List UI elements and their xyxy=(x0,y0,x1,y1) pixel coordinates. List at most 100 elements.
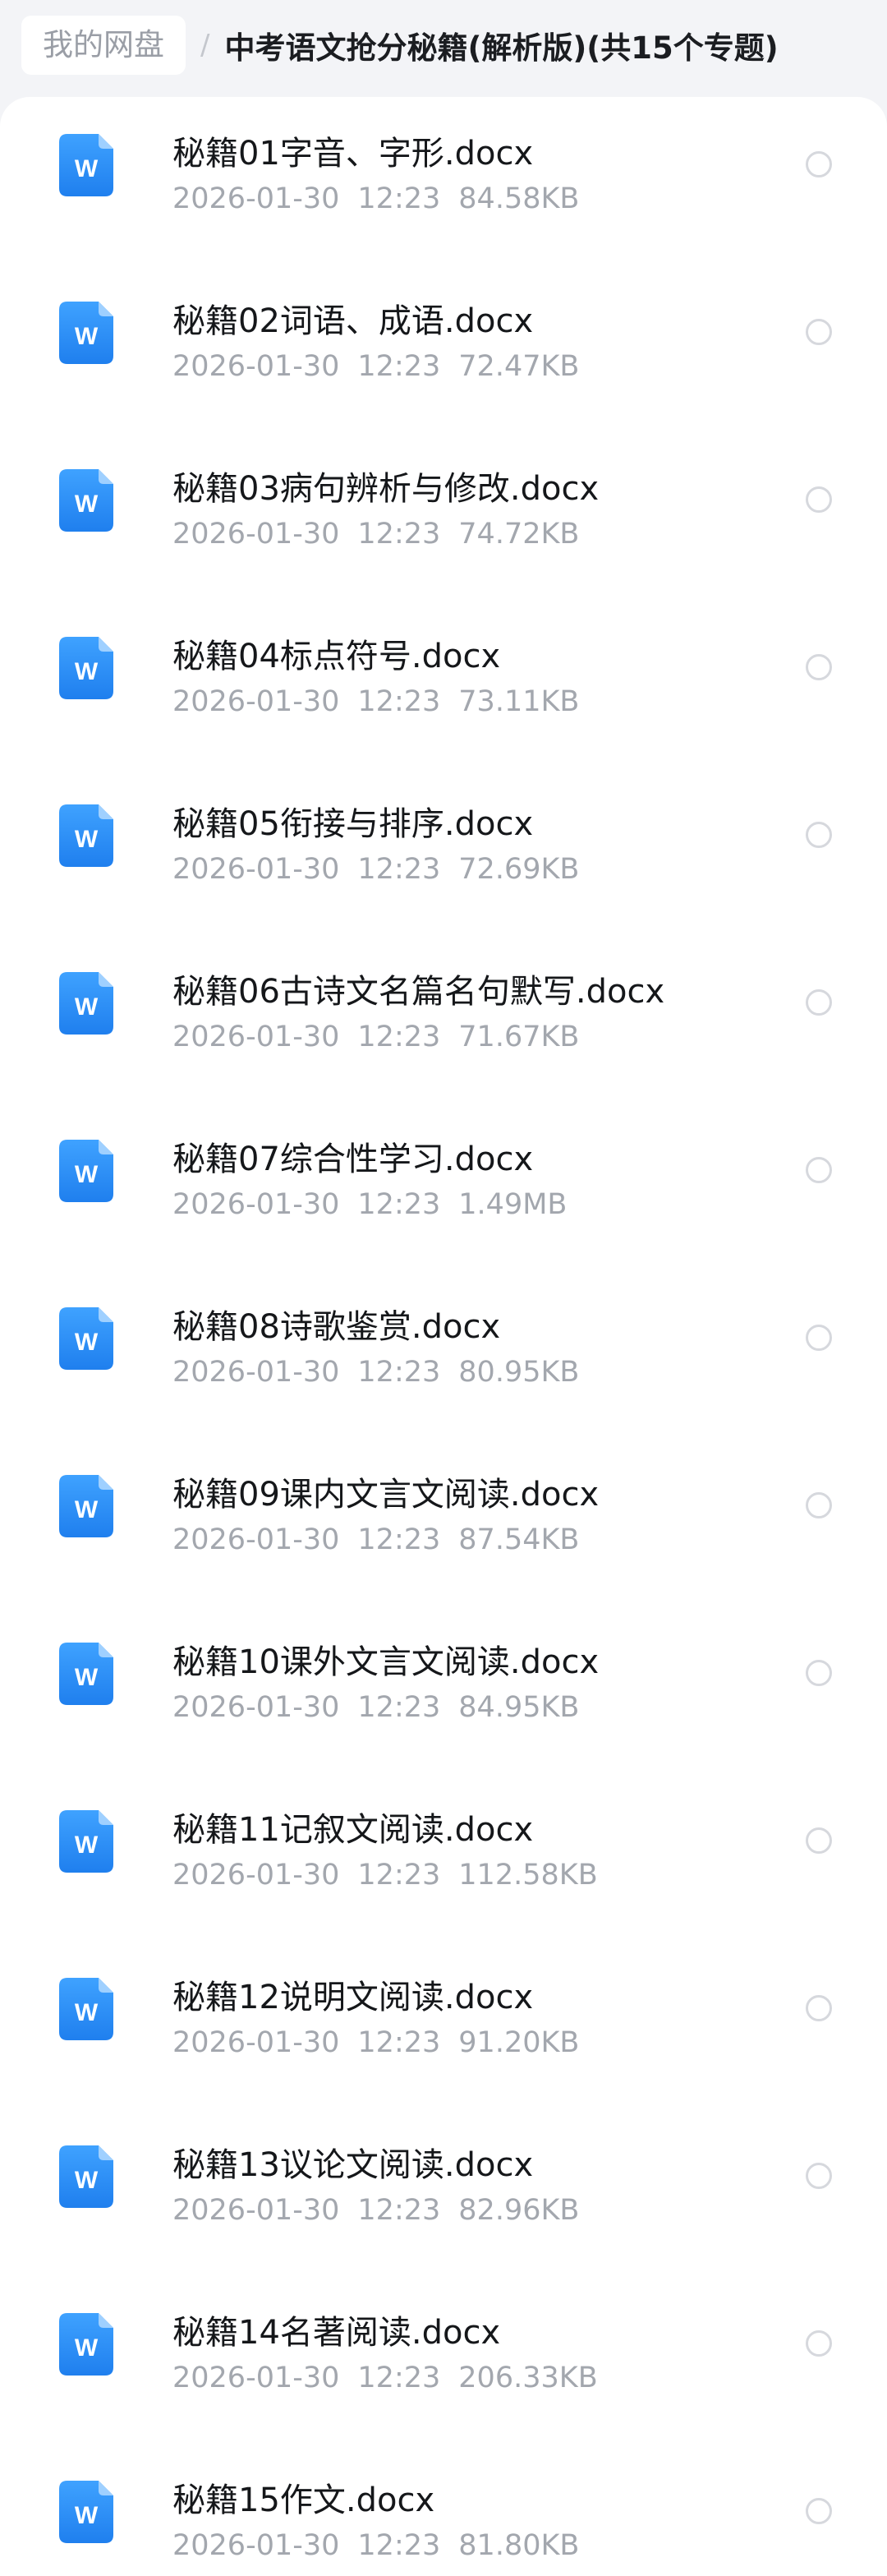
file-name: 秘籍13议论文阅读.docx xyxy=(172,2146,534,2184)
file-row[interactable]: W 秘籍13议论文阅读.docx 2026-01-30 12:23 82.96KB xyxy=(0,2108,887,2276)
word-doc-icon: W xyxy=(59,469,113,532)
file-row[interactable]: W 秘籍10课外文言文阅读.docx 2026-01-30 12:23 84.95K… xyxy=(0,1606,887,1773)
file-row[interactable]: W 秘籍06古诗文名篇名句默写.docx 2026-01-30 12:23 71.6… xyxy=(0,935,887,1103)
svg-text:W: W xyxy=(75,1496,99,1523)
word-doc-icon: W xyxy=(59,1643,113,1705)
word-doc-icon: W xyxy=(59,1475,113,1537)
file-meta: 2026-01-30 12:23 81.80KB xyxy=(172,2529,597,2562)
select-radio-button[interactable] xyxy=(806,822,832,848)
svg-text:W: W xyxy=(75,1999,99,2026)
word-doc-icon: W xyxy=(59,2481,113,2543)
select-radio-button[interactable] xyxy=(806,2163,832,2189)
file-date: 2026-01-30 xyxy=(172,182,340,215)
file-meta: 2026-01-30 12:23 84.95KB xyxy=(172,1691,597,1724)
file-name: 秘籍03病句辨析与修改.docx xyxy=(172,470,600,508)
svg-text:W: W xyxy=(75,658,99,685)
file-meta: 2026-01-30 12:23 72.69KB xyxy=(172,853,597,886)
file-size: 1.49MB xyxy=(458,1188,568,1221)
file-size: 206.33KB xyxy=(458,2362,598,2394)
file-size: 87.54KB xyxy=(458,1523,580,1556)
file-row[interactable]: W 秘籍03病句辨析与修改.docx 2026-01-30 12:23 74.72K… xyxy=(0,432,887,600)
file-meta: 2026-01-30 12:23 91.20KB xyxy=(172,2026,597,2059)
svg-text:W: W xyxy=(75,2334,99,2362)
file-time: 12:23 xyxy=(357,2194,441,2227)
file-meta: 2026-01-30 12:23 71.67KB xyxy=(172,1021,597,1053)
select-radio-button[interactable] xyxy=(806,989,832,1016)
select-radio-button[interactable] xyxy=(806,1660,832,1686)
word-doc-icon: W xyxy=(59,2145,113,2208)
file-time: 12:23 xyxy=(357,1021,441,1053)
file-row[interactable]: W 秘籍12说明文阅读.docx 2026-01-30 12:23 91.20KB xyxy=(0,1941,887,2108)
file-time: 12:23 xyxy=(357,853,441,886)
file-date: 2026-01-30 xyxy=(172,1356,340,1389)
file-meta: 2026-01-30 12:23 73.11KB xyxy=(172,685,597,718)
file-meta: 2026-01-30 12:23 206.33KB xyxy=(172,2362,616,2394)
file-size: 80.95KB xyxy=(458,1356,580,1389)
file-name: 秘籍12说明文阅读.docx xyxy=(172,1979,534,2016)
word-doc-icon: W xyxy=(59,1978,113,2040)
file-date: 2026-01-30 xyxy=(172,853,340,886)
file-date: 2026-01-30 xyxy=(172,685,340,718)
file-time: 12:23 xyxy=(357,2529,441,2562)
svg-text:W: W xyxy=(75,1832,99,1859)
select-radio-button[interactable] xyxy=(806,151,832,177)
select-radio-button[interactable] xyxy=(806,1157,832,1183)
file-row[interactable]: W 秘籍15作文.docx 2026-01-30 12:23 81.80KB xyxy=(0,2444,887,2576)
file-row[interactable]: W 秘籍01字音、字形.docx 2026-01-30 12:23 84.58KB xyxy=(0,97,887,265)
file-name: 秘籍11记叙文阅读.docx xyxy=(172,1811,534,1849)
file-meta: 2026-01-30 12:23 112.58KB xyxy=(172,1859,616,1892)
file-row[interactable]: W 秘籍05衔接与排序.docx 2026-01-30 12:23 72.69KB xyxy=(0,767,887,935)
breadcrumb-separator: / xyxy=(200,29,210,62)
file-name: 秘籍14名著阅读.docx xyxy=(172,2314,501,2352)
file-size: 72.69KB xyxy=(458,853,580,886)
file-browser-page: 我的网盘 / 中考语文抢分秘籍(解析版)(共15个专题) W 秘籍01字音、字形… xyxy=(0,0,887,2576)
word-doc-icon: W xyxy=(59,1307,113,1370)
svg-text:W: W xyxy=(75,1664,99,1691)
word-doc-icon: W xyxy=(59,972,113,1035)
file-date: 2026-01-30 xyxy=(172,1691,340,1724)
file-row[interactable]: W 秘籍08诗歌鉴赏.docx 2026-01-30 12:23 80.95KB xyxy=(0,1270,887,1438)
file-meta: 2026-01-30 12:23 80.95KB xyxy=(172,1356,597,1389)
select-radio-button[interactable] xyxy=(806,1827,832,1854)
select-radio-button[interactable] xyxy=(806,486,832,513)
file-size: 81.80KB xyxy=(458,2529,580,2562)
file-meta: 2026-01-30 12:23 82.96KB xyxy=(172,2194,597,2227)
select-radio-button[interactable] xyxy=(806,319,832,345)
svg-text:W: W xyxy=(75,1329,99,1356)
file-name: 秘籍08诗歌鉴赏.docx xyxy=(172,1308,501,1346)
file-size: 74.72KB xyxy=(458,518,580,551)
word-doc-icon: W xyxy=(59,1140,113,1202)
file-meta: 2026-01-30 12:23 87.54KB xyxy=(172,1523,597,1556)
svg-text:W: W xyxy=(75,155,99,182)
file-row[interactable]: W 秘籍07综合性学习.docx 2026-01-30 12:23 1.49MB xyxy=(0,1103,887,1270)
select-radio-button[interactable] xyxy=(806,1995,832,2021)
file-time: 12:23 xyxy=(357,685,441,718)
file-name: 秘籍09课内文言文阅读.docx xyxy=(172,1476,600,1514)
file-time: 12:23 xyxy=(357,1356,441,1389)
file-row[interactable]: W 秘籍09课内文言文阅读.docx 2026-01-30 12:23 87.54K… xyxy=(0,1438,887,1606)
file-row[interactable]: W 秘籍02词语、成语.docx 2026-01-30 12:23 72.47KB xyxy=(0,265,887,432)
word-doc-icon: W xyxy=(59,134,113,196)
file-row[interactable]: W 秘籍14名著阅读.docx 2026-01-30 12:23 206.33KB xyxy=(0,2276,887,2444)
select-radio-button[interactable] xyxy=(806,2330,832,2357)
file-name: 秘籍01字音、字形.docx xyxy=(172,135,534,173)
file-size: 112.58KB xyxy=(458,1859,598,1892)
select-radio-button[interactable] xyxy=(806,2498,832,2524)
select-radio-button[interactable] xyxy=(806,654,832,680)
file-row[interactable]: W 秘籍11记叙文阅读.docx 2026-01-30 12:23 112.58KB xyxy=(0,1773,887,1941)
svg-text:W: W xyxy=(75,491,99,518)
breadcrumb-root-link[interactable]: 我的网盘 xyxy=(21,16,186,75)
file-size: 72.47KB xyxy=(458,350,580,383)
file-list: W 秘籍01字音、字形.docx 2026-01-30 12:23 84.58KB … xyxy=(0,97,887,2576)
file-date: 2026-01-30 xyxy=(172,2026,340,2059)
file-meta: 2026-01-30 12:23 84.58KB xyxy=(172,182,597,215)
file-time: 12:23 xyxy=(357,2362,441,2394)
svg-text:W: W xyxy=(75,826,99,853)
select-radio-button[interactable] xyxy=(806,1492,832,1518)
file-time: 12:23 xyxy=(357,2026,441,2059)
svg-text:W: W xyxy=(75,1161,99,1188)
file-date: 2026-01-30 xyxy=(172,2529,340,2562)
select-radio-button[interactable] xyxy=(806,1325,832,1351)
svg-text:W: W xyxy=(75,993,99,1021)
file-row[interactable]: W 秘籍04标点符号.docx 2026-01-30 12:23 73.11KB xyxy=(0,600,887,767)
